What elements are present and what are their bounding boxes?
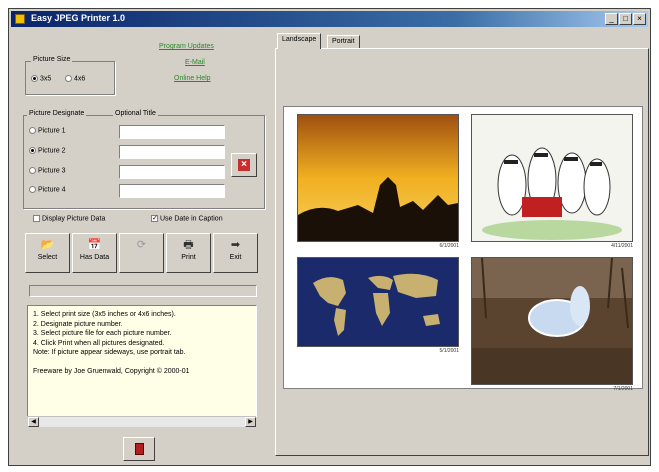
copyright-line: Freeware by Joe Gruenwald, Copyright © 2… [33,368,190,375]
instruction-line: 3. Select picture file for each picture … [33,330,172,337]
display-picture-data-checkbox[interactable] [33,215,40,222]
photo-caption: 7/1/2001 [613,386,633,392]
has-data-button[interactable]: 📅 Has Data [72,233,117,273]
program-updates-link[interactable]: Program Updates [159,43,214,50]
size-option-3x5[interactable]: 3x5 [31,75,51,82]
exit-button[interactable]: ➡ Exit [213,233,258,273]
picture-1-label: Picture 1 [37,127,66,135]
cartoon-image [472,115,632,241]
picture-4-label: Picture 4 [37,186,66,194]
instruction-line: Note: If picture appear sideways, use po… [33,349,186,356]
rotate-icon: ⟳ [136,239,147,251]
picture-3-label: Picture 3 [37,167,66,175]
delete-button[interactable] [123,437,155,461]
title-input-4[interactable] [119,184,225,198]
title-input-2[interactable] [119,145,225,159]
radio-3x5[interactable] [31,75,38,82]
picture-3-option[interactable]: Picture 3 [29,167,66,174]
photo-seal[interactable] [471,257,633,385]
instruction-line [33,358,251,368]
app-window: Easy JPEG Printer 1.0 _ □ × Program Upda… [8,8,651,466]
picture-2-label: Picture 2 [37,147,66,155]
online-help-link[interactable]: Online Help [174,75,211,82]
app-icon [15,14,25,24]
photo-cartoon[interactable] [471,114,633,242]
select-button[interactable]: 📂 Select [25,233,70,273]
calendar-icon: 📅 [87,239,102,251]
minimize-button[interactable]: _ [605,13,618,25]
instruction-line: 4. Click Print when all pictures designa… [33,339,165,347]
email-link[interactable]: E-Mail [185,59,205,66]
printer-icon: 🖶 [183,239,194,251]
trash-icon [134,443,144,455]
picture-3-radio[interactable] [29,167,36,174]
picture-2-option[interactable]: Picture 2 [29,147,66,154]
picture-1-radio[interactable] [29,127,36,134]
close-button[interactable]: × [633,13,646,25]
instructions-scrollbar[interactable]: ◀ ▶ [28,416,256,427]
use-date-checkbox[interactable] [151,215,158,222]
title-bar[interactable]: Easy JPEG Printer 1.0 _ □ × [11,11,648,27]
title-input-3[interactable] [119,165,225,179]
size-option-4x6-label: 4x6 [73,75,86,83]
scroll-right-arrow[interactable]: ▶ [245,417,256,427]
sunset-image [298,115,458,241]
size-option-3x5-label: 3x5 [39,75,52,83]
designate-label: Picture Designate [27,110,87,117]
photo-world-map[interactable] [297,257,459,347]
print-preview-page: 6/1/2001 4/11/2001 5/1/2001 7/1/2001 [283,106,643,392]
photo-sunset[interactable] [297,114,459,242]
maximize-button[interactable]: □ [619,13,632,25]
progress-bar [29,285,257,297]
optional-title-label: Optional Title [113,110,158,117]
folder-icon: 📂 [40,239,55,251]
tab-portrait[interactable]: Portrait [327,35,360,49]
picture-4-radio[interactable] [29,186,36,193]
display-picture-data-option[interactable]: Display Picture Data [33,215,105,222]
picture-size-label: Picture Size [31,56,73,63]
display-picture-data-label: Display Picture Data [41,215,106,223]
size-option-4x6[interactable]: 4x6 [65,75,85,82]
print-button[interactable]: 🖶 Print [166,233,211,273]
picture-1-option[interactable]: Picture 1 [29,127,66,134]
photo-caption: 5/1/2001 [439,348,459,354]
seal-image [472,258,632,384]
x-icon: × [238,159,250,171]
clear-titles-button[interactable]: × [231,153,257,177]
print-button-label: Print [181,254,196,261]
instructions-box: 1. Select print size (3x5 inches or 4x6 … [27,305,257,417]
tab-landscape[interactable]: Landscape [277,33,322,49]
radio-4x6[interactable] [65,75,72,82]
exit-button-label: Exit [229,254,242,261]
use-date-option[interactable]: Use Date in Caption [151,215,223,222]
has-data-button-label: Has Data [79,254,110,261]
instruction-line: 1. Select print size (3x5 inches or 4x6 … [33,311,176,318]
select-button-label: Select [37,254,58,261]
photo-caption: 6/1/2001 [439,243,459,249]
picture-4-option[interactable]: Picture 4 [29,186,66,193]
picture-2-radio[interactable] [29,147,36,154]
world-map-image [298,258,458,346]
scroll-left-arrow[interactable]: ◀ [28,417,39,427]
exit-icon: ➡ [230,239,241,251]
title-input-1[interactable] [119,125,225,139]
rotate-button[interactable]: ⟳ [119,233,164,273]
window-title: Easy JPEG Printer 1.0 [31,13,126,23]
instruction-line: 2. Designate picture number. [33,320,123,328]
use-date-label: Use Date in Caption [159,215,223,223]
photo-caption: 4/11/2001 [611,243,633,249]
